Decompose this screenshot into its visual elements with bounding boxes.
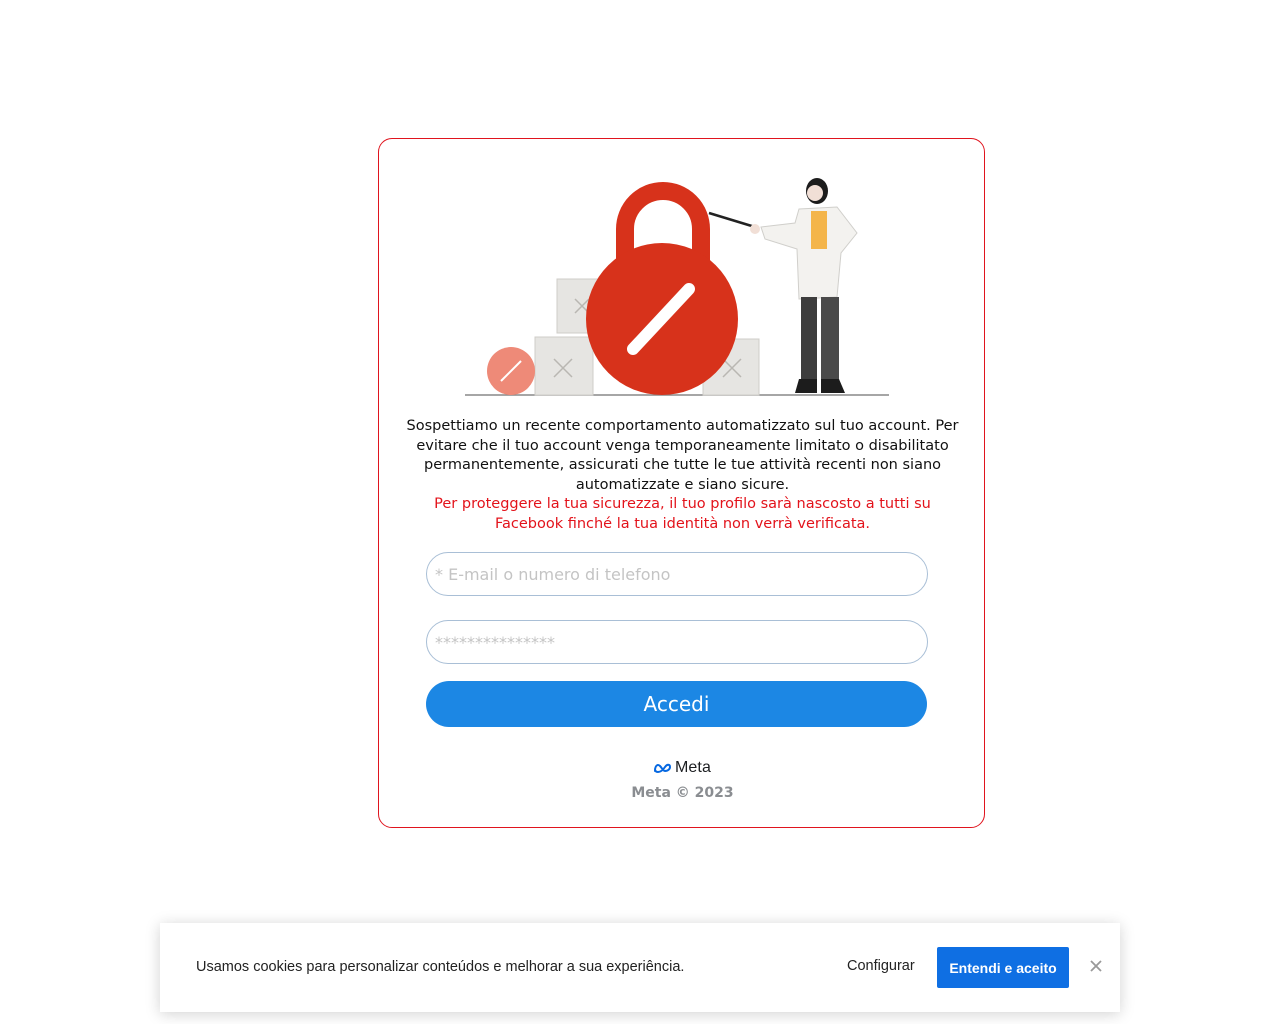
cookie-accept-button[interactable]: Entendi e aceito — [937, 947, 1069, 988]
close-icon[interactable] — [1086, 957, 1106, 977]
login-button[interactable]: Accedi — [426, 681, 927, 727]
cookie-consent-bar: Usamos cookies para personalizar conteúd… — [160, 923, 1120, 1012]
login-card: Sospettiamo un recente comportamento aut… — [378, 138, 985, 828]
cookie-configure-button[interactable]: Configurar — [847, 958, 915, 974]
activity-explanation: Sospettiamo un recente comportamento aut… — [406, 418, 959, 493]
meta-wordmark: Meta — [675, 759, 711, 776]
forbidden-icon — [487, 347, 535, 395]
cookie-message: Usamos cookies para personalizar conteúd… — [196, 959, 685, 975]
padlock-icon — [586, 182, 738, 395]
profile-hidden-warning: Per proteggere la tua sicurezza, il tuo … — [434, 496, 931, 532]
suspicious-activity-message: Sospettiamo un recente comportamento aut… — [399, 417, 966, 535]
password-input[interactable] — [426, 620, 928, 664]
meta-infinity-icon — [654, 763, 672, 774]
meta-logo: Meta — [653, 759, 711, 777]
email-phone-input[interactable] — [426, 552, 928, 596]
copyright-text: Meta © 2023 — [631, 785, 734, 801]
security-lock-illustration — [465, 178, 889, 396]
